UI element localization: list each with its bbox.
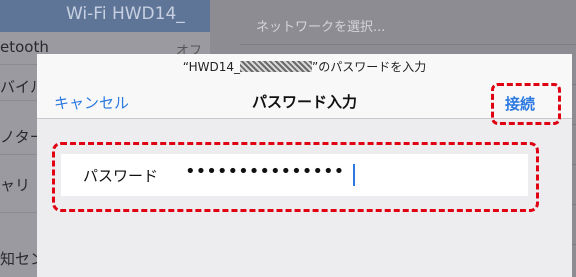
network-select-label: ネットワークを選択...: [256, 20, 386, 35]
sidebar-item-carrier[interactable]: ャリ: [0, 174, 30, 195]
subtitle-prefix: “HWD14_: [182, 60, 241, 74]
dialog-subtitle: “HWD14_ ”のパスワードを入力: [37, 58, 572, 75]
password-field[interactable]: パスワード •••••••••••••••: [61, 154, 528, 196]
subtitle-suffix: ”のパスワードを入力: [312, 60, 427, 74]
divider: [240, 44, 576, 45]
cancel-button[interactable]: キャンセル: [54, 92, 129, 113]
text-cursor: [353, 164, 355, 186]
dialog-header: “HWD14_ ”のパスワードを入力 パスワード入力 キャンセル 接続: [37, 54, 572, 125]
connect-button[interactable]: 接続: [505, 93, 535, 114]
password-dialog: “HWD14_ ”のパスワードを入力 パスワード入力 キャンセル 接続 パスワード…: [37, 54, 572, 277]
password-field-highlight: パスワード •••••••••••••••: [52, 142, 539, 212]
connect-highlight: 接続: [491, 83, 561, 125]
password-input[interactable]: •••••••••••••••: [185, 161, 344, 182]
sidebar-selected-wifi[interactable]: Wi-Fi HWD14_: [0, 0, 210, 32]
ssid-redaction: [240, 61, 313, 72]
sidebar-wifi-label: Wi-Fi HWD14_: [66, 4, 185, 24]
password-label: パスワード: [83, 167, 159, 185]
